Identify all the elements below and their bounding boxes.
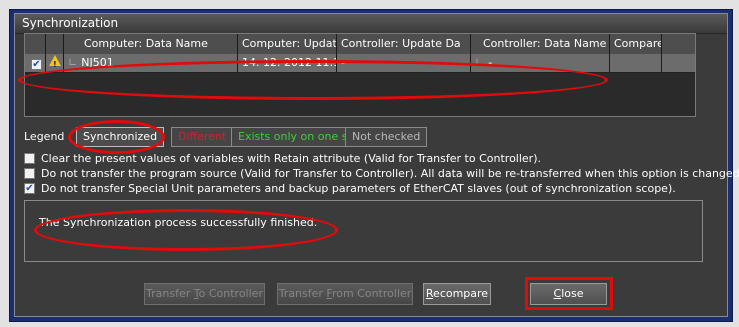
row-check-cell: ✔ xyxy=(25,54,46,72)
option-clear-retain-checkbox[interactable] xyxy=(24,152,35,164)
legend-not-checked: Not checked xyxy=(345,127,428,147)
highlight-table-row xyxy=(18,60,608,100)
legend-different: Different xyxy=(171,127,234,147)
header-computer-data-name[interactable]: Computer: Data Name xyxy=(64,34,238,54)
option-no-special-unit[interactable]: ✔ Do not transfer Special Unit parameters… xyxy=(24,182,676,196)
dialog-title: Synchronization xyxy=(15,14,727,34)
option-no-program-source-label: Do not transfer the program source (Vali… xyxy=(41,167,739,180)
option-no-program-source-checkbox[interactable] xyxy=(24,167,35,179)
header-controller-data-name[interactable]: Controller: Data Name xyxy=(471,34,610,54)
highlight-synchronized xyxy=(68,120,165,154)
row-compare xyxy=(610,54,662,72)
option-no-program-source[interactable]: Do not transfer the program source (Vali… xyxy=(24,167,739,181)
header-controller-update-date[interactable]: Controller: Update Da xyxy=(337,34,471,54)
row-checkbox[interactable]: ✔ xyxy=(31,58,42,70)
transfer-from-controller-button[interactable]: Transfer From Controller xyxy=(277,283,413,305)
header-computer-update-date[interactable]: Computer: Update Da xyxy=(238,34,337,54)
header-check-column[interactable] xyxy=(25,34,46,54)
highlight-message xyxy=(34,209,338,251)
header-compare[interactable]: Compare xyxy=(610,34,662,54)
table-header: Computer: Data Name Computer: Update Da … xyxy=(25,34,695,55)
option-no-special-unit-checkbox[interactable]: ✔ xyxy=(24,182,35,194)
highlight-close-button xyxy=(525,277,613,310)
option-clear-retain[interactable]: Clear the present values of variables wi… xyxy=(24,152,541,166)
legend-label: Legend xyxy=(24,130,65,143)
transfer-to-controller-button[interactable]: Transfer To Controller xyxy=(144,283,265,305)
warning-icon: ! xyxy=(49,55,61,69)
recompare-button[interactable]: Recompare xyxy=(423,283,491,305)
option-no-special-unit-label: Do not transfer Special Unit parameters … xyxy=(41,182,676,195)
header-status-column[interactable] xyxy=(46,34,64,54)
